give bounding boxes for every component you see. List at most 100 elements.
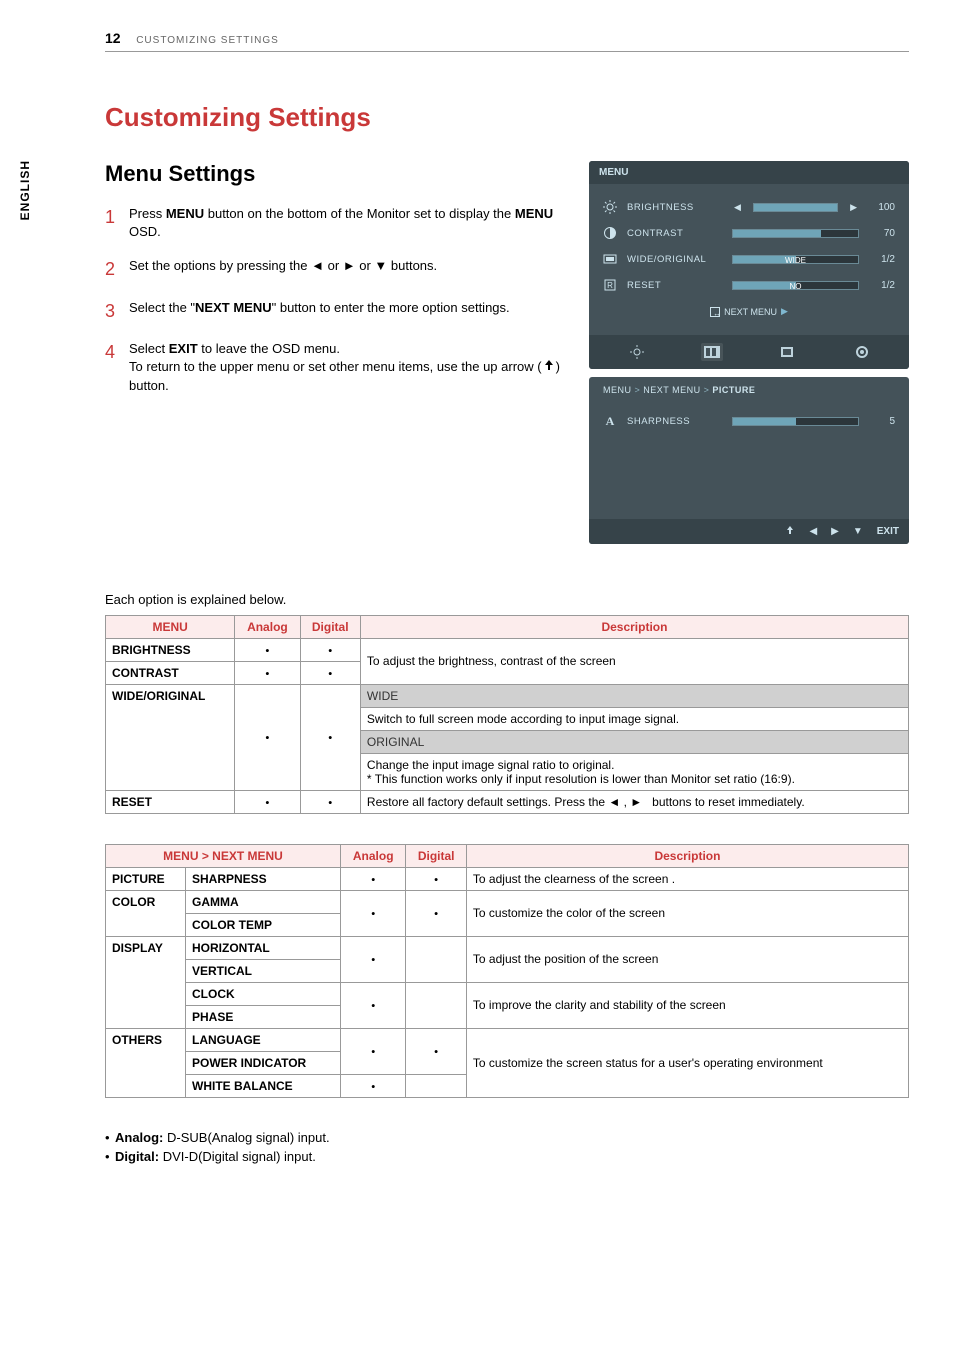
row-name: CONTRAST [106, 661, 235, 684]
cell-dot: ● [300, 661, 360, 684]
cell-dot: ● [341, 867, 406, 890]
osd-nav-icons [589, 335, 909, 369]
cell-dot: ● [235, 661, 300, 684]
row-sub: COLOR TEMP [186, 913, 341, 936]
step-1: 1 Press MENU button on the bottom of the… [105, 205, 569, 241]
cell-desc상: To adjust the clearness of the screen . [466, 867, 908, 890]
section-title: Menu Settings [105, 161, 569, 187]
next-menu-table: MENU > NEXT MENU Analog Digital Descript… [105, 844, 909, 1098]
step-2: 2 Set the options by pressing the ◄ or ►… [105, 257, 569, 282]
nav-picture-icon [701, 343, 723, 361]
arrow-right-icon: ▶ [848, 202, 859, 213]
row-sub: GAMMA [186, 890, 341, 913]
cell-desc: To improve the clarity and stability of … [466, 982, 908, 1028]
row-cat: PICTURE [106, 867, 186, 890]
osd-slider: NO [732, 281, 859, 290]
cell-dot: ● [341, 1028, 406, 1074]
next-menu-button: ↔ NEXT MENU ▶ [710, 306, 788, 317]
osd-slider: WIDE [732, 255, 859, 264]
cell-desc: Change the input image signal ratio to o… [360, 753, 908, 790]
row-sub: WHITE BALANCE [186, 1074, 341, 1097]
page-number: 12 [105, 30, 121, 46]
step-number: 3 [105, 299, 129, 324]
cell-desc: To adjust the position of the screen [466, 936, 908, 982]
nav-color-icon [776, 343, 798, 361]
cell-dot: ● [341, 1074, 406, 1097]
nav-others-icon [851, 343, 873, 361]
exit-button: EXIT [877, 526, 899, 537]
cell-dot: ● [300, 684, 360, 790]
osd-breadcrumb: MENU>NEXT MENU>PICTURE [589, 377, 909, 399]
row-cat: DISPLAY [106, 936, 186, 1028]
sun-icon [603, 200, 617, 214]
row-cat: COLOR [106, 890, 186, 936]
row-name: WIDE/ORIGINAL [106, 684, 235, 790]
th-digital: Digital [300, 615, 360, 638]
arrow-right-icon: ▶ [781, 306, 788, 317]
cell-subhead: ORIGINAL [360, 730, 908, 753]
osd-row-brightness: BRIGHTNESS ◀ ▶ 100 [603, 194, 895, 220]
steps-list: 1 Press MENU button on the bottom of the… [105, 205, 569, 395]
cell-dot: ● [235, 790, 300, 813]
row-sub: CLOCK [186, 982, 341, 1005]
osd-row-wide-original: WIDE/ORIGINAL WIDE 1/2 [603, 246, 895, 272]
cell-dot: ● [341, 936, 406, 982]
osd-screenshot: MENU BRIGHTNESS ◀ ▶ 100 CONTRAST [589, 161, 909, 552]
arrow-left-icon: ◀ [732, 202, 743, 213]
osd-row-reset: R RESET NO 1/2 [603, 272, 895, 298]
osd-slider [753, 203, 838, 212]
arrow-right-icon: ▶ [831, 526, 839, 537]
cell-subhead: WIDE [360, 684, 908, 707]
osd-value: 1/2 [869, 280, 895, 291]
header-title: CUSTOMIZING SETTINGS [136, 35, 279, 46]
osd-value: 5 [869, 416, 895, 427]
osd-label: RESET [627, 280, 722, 291]
main-title: Customizing Settings [105, 102, 909, 133]
up-arrow-icon [785, 525, 795, 538]
menu-table: MENU Analog Digital Description BRIGHTNE… [105, 615, 909, 814]
row-sub: HORIZONTAL [186, 936, 341, 959]
sharpness-icon: A [603, 415, 617, 429]
osd-value: 100 [869, 202, 895, 213]
contrast-icon [603, 226, 617, 240]
osd-title: MENU [589, 161, 909, 184]
osd-row-contrast: CONTRAST 70 [603, 220, 895, 246]
up-arrow-icon [542, 358, 556, 377]
th-description: Description [360, 615, 908, 638]
th-analog: Analog [235, 615, 300, 638]
row-sub: SHARPNESS [186, 867, 341, 890]
step-number: 2 [105, 257, 129, 282]
step-number: 1 [105, 205, 129, 241]
nav-sun-icon [626, 343, 648, 361]
osd-slider [732, 229, 859, 238]
language-tab: ENGLISH [18, 160, 32, 220]
osd-slider [732, 417, 859, 426]
cell-desc: Switch to full screen mode according to … [360, 707, 908, 730]
row-sub: VERTICAL [186, 959, 341, 982]
cell-dot: ● [341, 890, 406, 936]
page-header: 12 CUSTOMIZING SETTINGS [105, 30, 909, 52]
cell-dot: ● [300, 638, 360, 661]
step-3: 3 Select the "NEXT MENU" button to enter… [105, 299, 569, 324]
arrow-down-icon: ▼ [853, 526, 863, 537]
cell-desc: To adjust the brightness, contrast of th… [360, 638, 908, 684]
cell-dot: ● [235, 684, 300, 790]
step-4: 4 Select EXIT to leave the OSD menu. To … [105, 340, 569, 396]
cell-desc: To customize the screen status for a use… [466, 1028, 908, 1097]
wide-icon [603, 252, 617, 266]
th-group: MENU > NEXT MENU [106, 844, 341, 867]
cell-dot: ● [406, 1028, 467, 1074]
cell-desc: To customize the color of the screen [466, 890, 908, 936]
osd-value: 70 [869, 228, 895, 239]
th-menu: MENU [106, 615, 235, 638]
osd-label: WIDE/ORIGINAL [627, 254, 722, 265]
cell-desc: Restore all factory default settings. Pr… [360, 790, 908, 813]
arrow-left-icon: ◀ [809, 526, 817, 537]
cell-dot: ● [341, 982, 406, 1028]
row-cat: OTHERS [106, 1028, 186, 1097]
row-sub: PHASE [186, 1005, 341, 1028]
osd-label: CONTRAST [627, 228, 722, 239]
th-description: Description [466, 844, 908, 867]
cell-dot: ● [300, 790, 360, 813]
osd-row-sharpness: A SHARPNESS 5 [603, 409, 895, 435]
